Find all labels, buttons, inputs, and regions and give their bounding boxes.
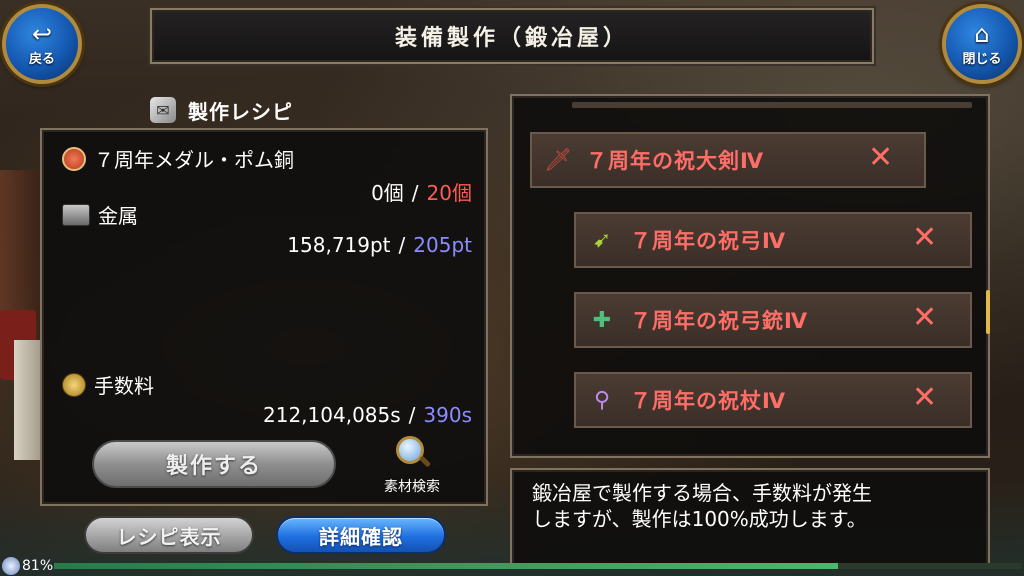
page-title: 装備製作（鍛冶屋）	[394, 26, 629, 51]
list-scrollbar[interactable]	[986, 290, 990, 334]
coins-icon	[62, 372, 86, 397]
material-quantity: 158,719pt / 205pt	[62, 233, 472, 257]
home-icon: ⌂	[974, 19, 990, 48]
material-name: 金属	[98, 204, 138, 228]
material-row: 金属 158,719pt / 205pt	[62, 200, 472, 257]
medal-icon	[62, 146, 86, 171]
recipe-panel: ７周年メダル・ポム銅 0個/20個 金属 158,719pt / 205pt 手数料…	[40, 128, 488, 506]
quantity-separator: /	[398, 233, 406, 257]
result-item-name: ７周年の祝弓Ⅳ	[630, 229, 787, 253]
greatsword-icon: 🗡	[544, 147, 572, 173]
back-button-label: 戻る	[28, 51, 55, 67]
message-line: しますが、製作は100%成功します。	[532, 507, 867, 531]
material-row: ７周年メダル・ポム銅 0個/20個	[62, 144, 472, 206]
material-name: ７周年メダル・ポム銅	[94, 148, 294, 172]
fee-owned: 212,104,085s	[263, 403, 401, 427]
result-item[interactable]: ⚲ ７周年の祝杖Ⅳ ✕	[574, 372, 972, 428]
status-bar: 81%	[0, 556, 1024, 576]
status-progress-track	[54, 563, 1022, 569]
material-required: 205pt	[413, 233, 472, 257]
craft-button[interactable]: 製作する	[92, 440, 336, 488]
quantity-separator: /	[408, 403, 416, 427]
detail-confirm-button[interactable]: 詳細確認	[276, 516, 446, 554]
staff-icon: ⚲	[593, 387, 611, 413]
status-progress-fill	[54, 563, 839, 569]
unavailable-x-icon: ✕	[912, 220, 938, 255]
result-item-name: ７周年の祝弓銃Ⅳ	[630, 309, 809, 333]
bow-icon: ➹	[592, 227, 612, 253]
title-bar: 装備製作（鍛冶屋）	[150, 8, 874, 64]
back-arrow-icon: ↩	[31, 19, 53, 48]
result-item[interactable]: ➹ ７周年の祝弓Ⅳ ✕	[574, 212, 972, 268]
unavailable-x-icon: ✕	[868, 140, 894, 175]
recipe-header: ✉ 製作レシピ	[150, 92, 480, 128]
status-orb-icon	[2, 557, 20, 575]
fee-row: 手数料 212,104,085s / 390s	[62, 370, 472, 427]
recipe-heading: 製作レシピ	[188, 99, 293, 124]
result-item[interactable]: 🗡 ７周年の祝大剣Ⅳ ✕	[530, 132, 926, 188]
result-item-name: ７周年の祝大剣Ⅳ	[586, 149, 765, 173]
material-search-button[interactable]: 素材検索	[372, 434, 452, 496]
back-button[interactable]: ↩ 戻る	[2, 4, 82, 84]
close-button-label: 閉じる	[962, 51, 1002, 67]
fee-name: 手数料	[94, 374, 154, 398]
result-item-name: ７周年の祝杖Ⅳ	[630, 389, 787, 413]
material-owned: 158,719pt	[287, 233, 391, 257]
close-button[interactable]: ⌂ 閉じる	[942, 4, 1022, 84]
scroll-icon: ✉	[150, 97, 176, 123]
result-list-panel: 🗡 ７周年の祝大剣Ⅳ ✕ ➹ ７周年の祝弓Ⅳ ✕ ✚ ７周年の祝弓銃Ⅳ ✕ ⚲ …	[510, 94, 990, 458]
status-percent: 81%	[22, 558, 54, 574]
recipe-display-button[interactable]: レシピ表示	[84, 516, 254, 554]
unavailable-x-icon: ✕	[912, 300, 938, 335]
crossbow-icon: ✚	[592, 307, 612, 333]
message-line: 鍛冶屋で製作する場合、手数料が発生	[532, 481, 872, 505]
magnifier-icon	[392, 434, 432, 474]
background-white-pillar	[14, 340, 40, 460]
message-panel: 鍛冶屋で製作する場合、手数料が発生 しますが、製作は100%成功します。	[510, 468, 990, 568]
list-top-edge	[572, 102, 972, 108]
unavailable-x-icon: ✕	[912, 380, 938, 415]
material-search-label: 素材検索	[384, 479, 440, 495]
result-item[interactable]: ✚ ７周年の祝弓銃Ⅳ ✕	[574, 292, 972, 348]
metal-ingot-icon	[62, 203, 90, 226]
fee-quantity: 212,104,085s / 390s	[62, 403, 472, 427]
fee-required: 390s	[423, 403, 472, 427]
